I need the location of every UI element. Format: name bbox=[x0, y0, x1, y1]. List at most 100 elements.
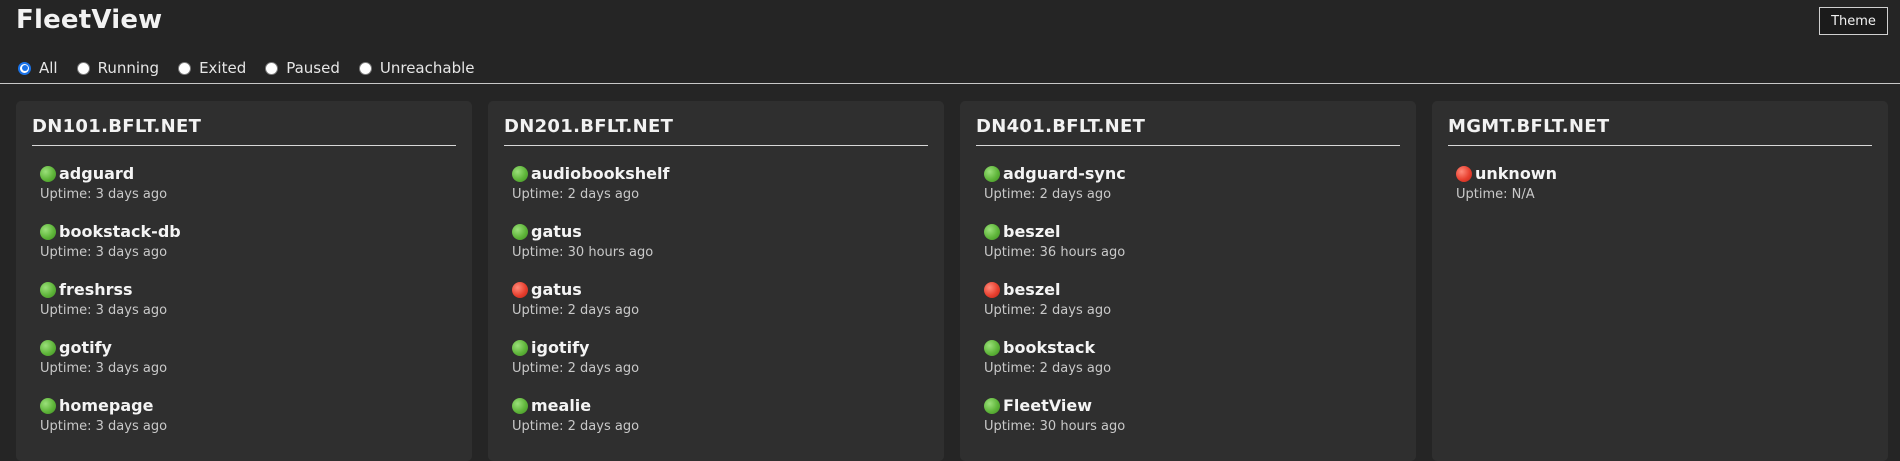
container-name: beszel bbox=[1003, 280, 1061, 299]
status-running-icon bbox=[512, 397, 528, 414]
status-stopped-icon bbox=[1456, 165, 1472, 182]
filter-option-running[interactable]: Running bbox=[76, 59, 160, 77]
status-running-icon bbox=[40, 223, 56, 240]
filter-label: Unreachable bbox=[379, 59, 475, 77]
container-item[interactable]: beszel Uptime: 2 days ago bbox=[976, 280, 1400, 338]
container-item[interactable]: audiobookshelf Uptime: 2 days ago bbox=[504, 164, 928, 222]
container-item[interactable]: gatus Uptime: 2 days ago bbox=[504, 280, 928, 338]
container-uptime: Uptime: 2 days ago bbox=[984, 303, 1112, 318]
container-item[interactable]: adguard Uptime: 3 days ago bbox=[32, 164, 456, 222]
host-card-dn201-bflt-net: DN201.BFLT.NET audiobookshelf Uptime: 2 da… bbox=[488, 101, 944, 461]
container-item[interactable]: homepage Uptime: 3 days ago bbox=[32, 396, 456, 454]
container-uptime: Uptime: 2 days ago bbox=[512, 303, 640, 318]
container-item[interactable]: FleetView Uptime: 30 hours ago bbox=[976, 396, 1400, 454]
container-item[interactable]: freshrss Uptime: 3 days ago bbox=[32, 280, 456, 338]
filter-radio-unreachable[interactable] bbox=[358, 61, 372, 75]
container-name: igotify bbox=[531, 338, 590, 357]
container-uptime: Uptime: 2 days ago bbox=[984, 361, 1112, 376]
container-name: unknown bbox=[1475, 164, 1557, 183]
status-running-icon bbox=[984, 397, 1000, 414]
container-item[interactable]: bookstack-db Uptime: 3 days ago bbox=[32, 222, 456, 280]
container-uptime: Uptime: 3 days ago bbox=[40, 187, 168, 202]
container-name: adguard-sync bbox=[1003, 164, 1126, 183]
filter-option-unreachable[interactable]: Unreachable bbox=[358, 59, 475, 77]
filter-radio-paused[interactable] bbox=[265, 61, 279, 75]
container-name-row: mealie bbox=[512, 396, 928, 415]
filter-label: Exited bbox=[199, 59, 247, 77]
status-running-icon bbox=[40, 339, 56, 356]
container-item[interactable]: bookstack Uptime: 2 days ago bbox=[976, 338, 1400, 396]
host-card-dn101-bflt-net: DN101.BFLT.NET adguard Uptime: 3 days ago b… bbox=[16, 101, 472, 461]
app-title: FleetView bbox=[16, 5, 163, 35]
status-running-icon bbox=[40, 281, 56, 298]
host-name: DN101.BFLT.NET bbox=[32, 116, 456, 146]
container-uptime: Uptime: N/A bbox=[1456, 187, 1535, 202]
app-header: FleetView Theme All Running Exited Paused Un… bbox=[0, 0, 1900, 84]
container-name: bookstack bbox=[1003, 338, 1096, 357]
status-running-icon bbox=[512, 223, 528, 240]
container-uptime: Uptime: 36 hours ago bbox=[984, 245, 1126, 260]
status-running-icon bbox=[512, 339, 528, 356]
container-uptime: Uptime: 3 days ago bbox=[40, 419, 168, 434]
container-name-row: igotify bbox=[512, 338, 928, 357]
container-name: homepage bbox=[59, 396, 154, 415]
container-name-row: audiobookshelf bbox=[512, 164, 928, 183]
status-running-icon bbox=[984, 165, 1000, 182]
container-name-row: beszel bbox=[984, 222, 1400, 241]
filter-option-paused[interactable]: Paused bbox=[265, 59, 340, 77]
container-uptime: Uptime: 2 days ago bbox=[512, 187, 640, 202]
container-name-row: unknown bbox=[1456, 164, 1872, 183]
container-name-row: FleetView bbox=[984, 396, 1400, 415]
host-card-mgmt-bflt-net: MGMT.BFLT.NET unknown Uptime: N/A bbox=[1432, 101, 1888, 461]
theme-button[interactable]: Theme bbox=[1819, 7, 1888, 35]
container-uptime: Uptime: 3 days ago bbox=[40, 303, 168, 318]
filter-option-exited[interactable]: Exited bbox=[178, 59, 246, 77]
container-item[interactable]: beszel Uptime: 36 hours ago bbox=[976, 222, 1400, 280]
status-running-icon bbox=[40, 397, 56, 414]
container-item[interactable]: mealie Uptime: 2 days ago bbox=[504, 396, 928, 454]
container-name-row: homepage bbox=[40, 396, 456, 415]
container-uptime: Uptime: 30 hours ago bbox=[984, 419, 1126, 434]
container-uptime: Uptime: 30 hours ago bbox=[512, 245, 654, 260]
container-name: gotify bbox=[59, 338, 112, 357]
host-card-dn401-bflt-net: DN401.BFLT.NET adguard-sync Uptime: 2 days… bbox=[960, 101, 1416, 461]
status-stopped-icon bbox=[984, 281, 1000, 298]
filter-option-all[interactable]: All bbox=[18, 59, 58, 77]
container-name: gatus bbox=[531, 280, 582, 299]
container-name: adguard bbox=[59, 164, 135, 183]
host-name: MGMT.BFLT.NET bbox=[1448, 116, 1872, 146]
container-name: beszel bbox=[1003, 222, 1061, 241]
container-name: audiobookshelf bbox=[531, 164, 670, 183]
container-name-row: bookstack-db bbox=[40, 222, 456, 241]
container-name-row: freshrss bbox=[40, 280, 456, 299]
container-item[interactable]: adguard-sync Uptime: 2 days ago bbox=[976, 164, 1400, 222]
container-uptime: Uptime: 3 days ago bbox=[40, 245, 168, 260]
container-item[interactable]: gotify Uptime: 3 days ago bbox=[32, 338, 456, 396]
status-running-icon bbox=[512, 165, 528, 182]
host-name: DN401.BFLT.NET bbox=[976, 116, 1400, 146]
container-item[interactable]: unknown Uptime: N/A bbox=[1448, 164, 1872, 222]
filter-radio-running[interactable] bbox=[76, 61, 90, 75]
host-grid: DN101.BFLT.NET adguard Uptime: 3 days ago b… bbox=[16, 101, 1888, 461]
container-uptime: Uptime: 2 days ago bbox=[984, 187, 1112, 202]
container-uptime: Uptime: 2 days ago bbox=[512, 419, 640, 434]
container-uptime: Uptime: 2 days ago bbox=[512, 361, 640, 376]
filter-label: Running bbox=[97, 59, 160, 77]
filter-label: All bbox=[39, 59, 58, 77]
container-name-row: beszel bbox=[984, 280, 1400, 299]
status-stopped-icon bbox=[512, 281, 528, 298]
container-uptime: Uptime: 3 days ago bbox=[40, 361, 168, 376]
container-item[interactable]: igotify Uptime: 2 days ago bbox=[504, 338, 928, 396]
container-name: gatus bbox=[531, 222, 582, 241]
host-name: DN201.BFLT.NET bbox=[504, 116, 928, 146]
status-running-icon bbox=[984, 223, 1000, 240]
filter-radio-all[interactable] bbox=[18, 61, 31, 75]
container-item[interactable]: gatus Uptime: 30 hours ago bbox=[504, 222, 928, 280]
container-name-row: adguard bbox=[40, 164, 456, 183]
filter-radio-exited[interactable] bbox=[178, 61, 192, 75]
status-running-icon bbox=[40, 165, 56, 182]
container-name-row: gatus bbox=[512, 222, 928, 241]
status-filter-group: All Running Exited Paused Unreachable bbox=[18, 59, 493, 77]
container-name: bookstack-db bbox=[59, 222, 181, 241]
container-name-row: gotify bbox=[40, 338, 456, 357]
